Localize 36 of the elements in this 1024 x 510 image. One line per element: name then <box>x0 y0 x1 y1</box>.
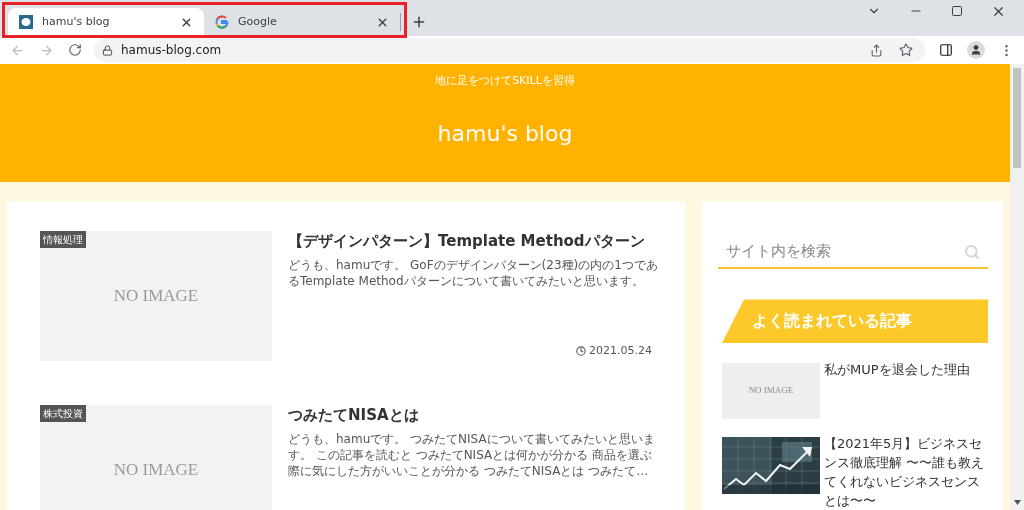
browser-tab[interactable]: hamu's blog <box>8 8 204 36</box>
article-excerpt: どうも、hamuです。 GoFのデザインパターン(23種)の内の1つであるTemplate Methodパターンについて書いてみたいと思います。 <box>288 257 658 289</box>
popular-article-title[interactable]: 【2021年5月】ビジネスセンス徹底理解 〜〜誰も教えてくれないビジネスセンスとは〜〜 <box>824 434 988 510</box>
scrollbar[interactable] <box>1010 64 1024 510</box>
article-title[interactable]: つみたてNISAとは <box>288 405 652 425</box>
site-logo-icon <box>19 15 33 29</box>
site-tagline: 地に足をつけてSKILLを習得 <box>435 73 575 89</box>
article-excerpt: どうも、hamuです。 つみたてNISAについて書いてみたいと思います。 この記事を読むと つみたてNISAとは何かが分かる 商品を選ぶ際に気にした方がいいことが分かる つみたてNISAとは つみたて… <box>288 431 656 479</box>
bookmark-star-icon[interactable] <box>899 43 913 57</box>
share-icon[interactable] <box>870 43 883 57</box>
url-text: hamus-blog.com <box>121 42 223 59</box>
scrollbar-thumb[interactable] <box>1013 68 1021 168</box>
scroll-down-icon[interactable] <box>1013 500 1021 505</box>
address-bar[interactable]: hamus-blog.com <box>94 38 925 62</box>
category-label[interactable]: 情報処理 <box>40 231 86 248</box>
search-input[interactable]: サイト内を検索 <box>726 240 964 263</box>
google-logo-icon <box>215 15 229 29</box>
maximize-icon[interactable] <box>951 5 963 17</box>
tab-title: Google <box>238 13 278 30</box>
no-image-text: NO IMAGE <box>113 285 199 308</box>
thumbnail-placeholder[interactable]: 株式投資 NO IMAGE <box>40 405 272 510</box>
article-title[interactable]: 【デザインパターン】Template Methodパターン <box>288 231 652 251</box>
reload-icon[interactable] <box>68 43 82 57</box>
clock-icon <box>576 345 586 356</box>
new-tab-icon[interactable] <box>411 14 427 30</box>
tab-title: hamu's blog <box>42 13 111 30</box>
category-label[interactable]: 株式投資 <box>40 405 86 422</box>
thumbnail-placeholder[interactable]: 情報処理 NO IMAGE <box>40 231 272 361</box>
lock-icon <box>102 44 113 56</box>
section-heading: よく読まれている記事 <box>752 310 912 333</box>
popular-article-title[interactable]: 私がMUPを退会した理由 <box>824 360 970 419</box>
no-image-text: NO IMAGE <box>113 459 199 482</box>
profile-avatar[interactable] <box>967 41 985 59</box>
article-date: 2021.05.24 <box>589 342 652 359</box>
no-image-text: NO IMAGE <box>748 384 794 398</box>
side-panel-icon[interactable] <box>939 43 953 57</box>
